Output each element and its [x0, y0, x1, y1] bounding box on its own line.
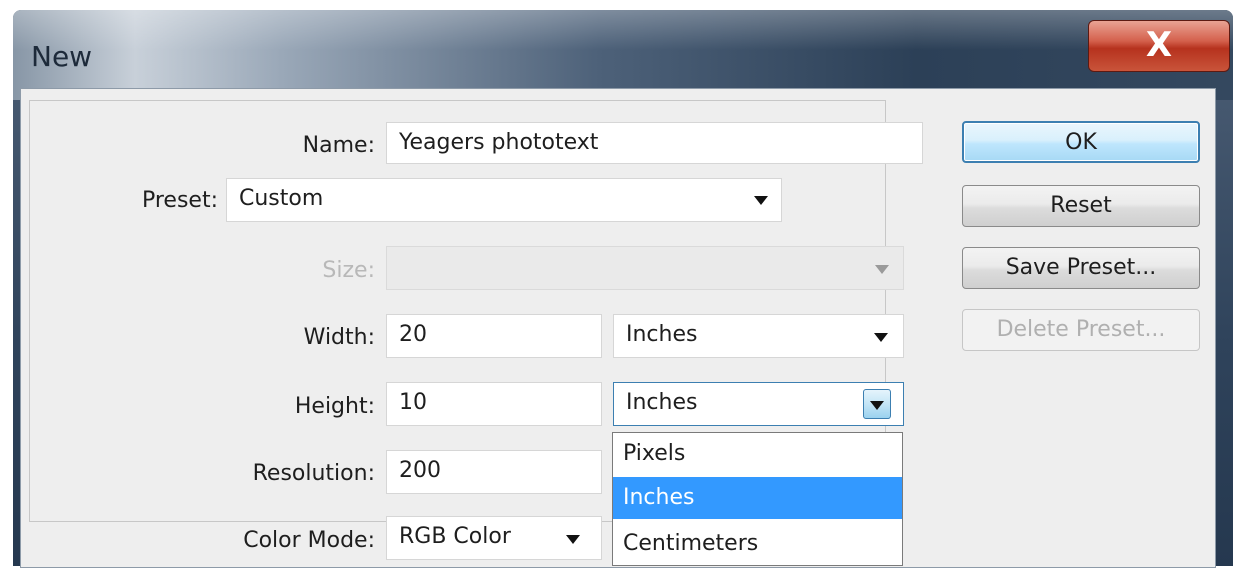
width-unit-value: Inches [626, 322, 698, 347]
save-preset-button[interactable]: Save Preset... [962, 247, 1200, 289]
delete-preset-button: Delete Preset... [962, 309, 1200, 351]
chevron-down-icon[interactable] [566, 535, 580, 544]
height-label: Height: [294, 394, 375, 419]
width-input[interactable]: 20 [386, 314, 602, 358]
chevron-down-icon[interactable] [754, 196, 768, 205]
title-bar-glow [13, 10, 1233, 50]
name-input[interactable]: Yeagers phototext [386, 122, 923, 164]
close-button[interactable]: X [1088, 20, 1230, 72]
preset-label: Preset: [141, 188, 218, 213]
color-mode-value: RGB Color [399, 524, 511, 549]
title-bar[interactable]: New X [13, 10, 1233, 100]
unit-dropdown-list: Pixels Inches Centimeters [612, 432, 903, 566]
name-label: Name: [302, 133, 375, 158]
size-label: Size: [322, 258, 375, 283]
color-mode-label: Color Mode: [243, 528, 375, 553]
dropdown-option-centimeters[interactable]: Centimeters [613, 523, 902, 565]
width-label: Width: [303, 325, 375, 350]
reset-button[interactable]: Reset [962, 185, 1200, 227]
close-icon: X [1145, 25, 1173, 65]
ok-button[interactable]: OK [962, 121, 1200, 163]
resolution-input[interactable]: 200 [386, 450, 602, 494]
size-select [386, 246, 904, 290]
height-unit-value: Inches [626, 390, 698, 415]
dialog-title: New [31, 40, 93, 73]
chevron-down-icon[interactable] [874, 333, 888, 342]
preset-select[interactable]: Custom [226, 178, 782, 222]
height-unit-select[interactable]: Inches [613, 382, 904, 426]
resolution-label: Resolution: [252, 461, 375, 486]
chevron-down-icon [875, 265, 889, 274]
dropdown-option-inches[interactable]: Inches [613, 477, 902, 519]
preset-value: Custom [239, 186, 324, 211]
dropdown-option-pixels[interactable]: Pixels [613, 433, 902, 475]
height-unit-dropdown-button[interactable] [863, 389, 891, 419]
height-input[interactable]: 10 [386, 382, 602, 426]
chevron-down-icon [870, 401, 884, 410]
width-unit-select[interactable]: Inches [613, 314, 904, 358]
